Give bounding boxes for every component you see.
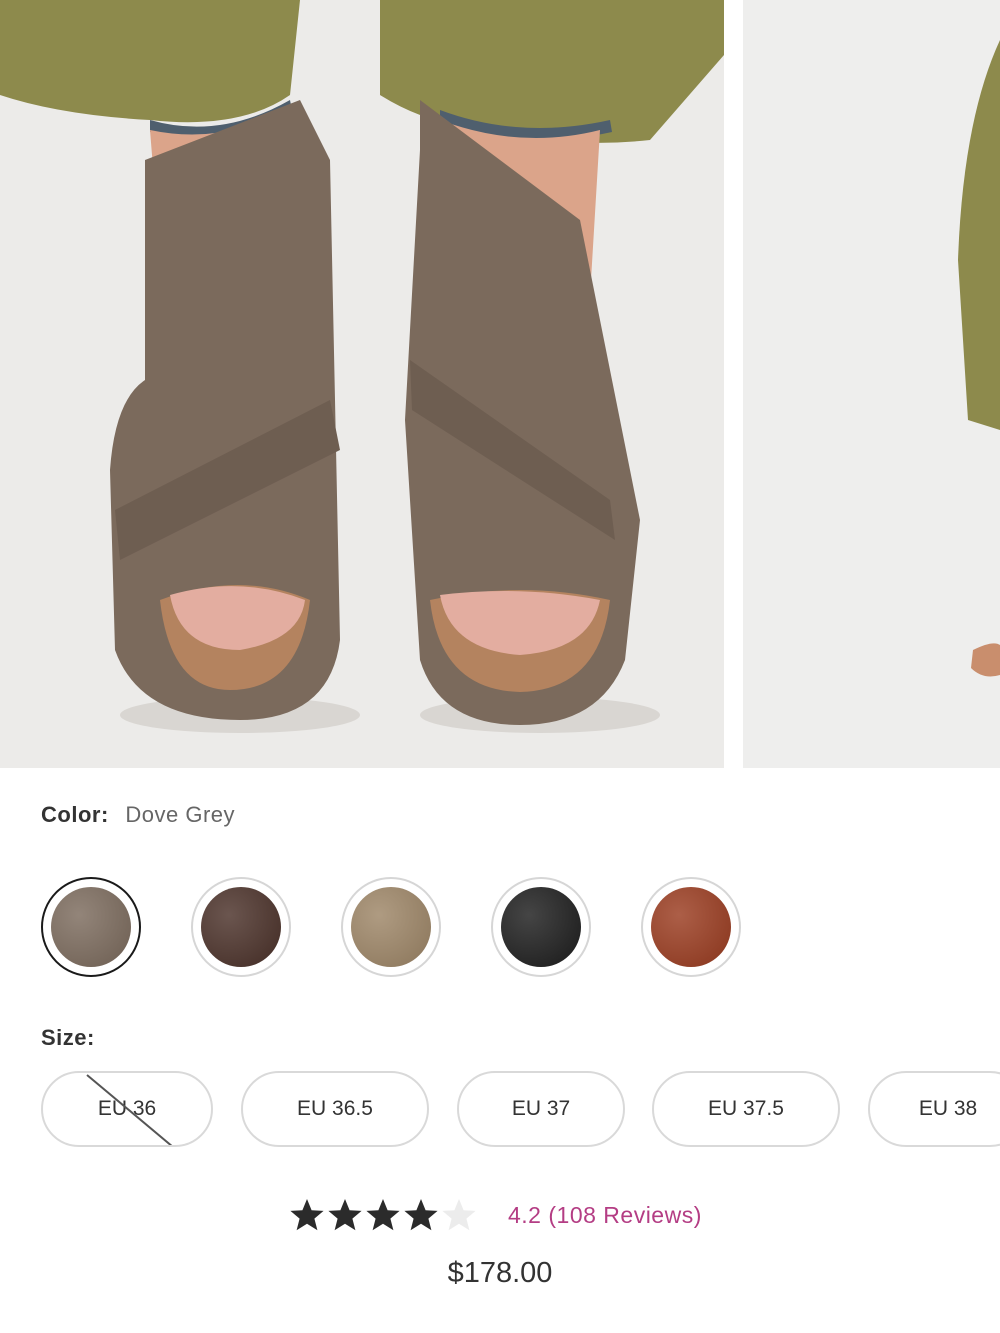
color-swatch-dark-brown[interactable] [191, 877, 291, 977]
product-rating[interactable]: 4.2 (108 Reviews) [288, 1195, 702, 1235]
color-swatch-taupe[interactable] [341, 877, 441, 977]
size-option-label: EU 36 [97, 1097, 157, 1120]
color-swatch-list [41, 877, 1000, 977]
product-photo-next[interactable] [743, 0, 1000, 768]
color-swatch-cognac[interactable] [641, 877, 741, 977]
swatch-color-fill [351, 887, 431, 967]
size-option-label: EU 37.5 [708, 1097, 784, 1120]
swatch-color-fill [50, 886, 131, 967]
color-label: Color: [41, 802, 109, 827]
size-option-label: EU 36.5 [297, 1097, 373, 1120]
rating-reviews-link[interactable]: 4.2 (108 Reviews) [508, 1202, 702, 1229]
swatch-color-fill [651, 887, 731, 967]
size-option-eu-37[interactable]: EU 37 [457, 1071, 625, 1147]
color-swatch-dove-grey[interactable] [41, 877, 141, 977]
star-empty-icon [442, 1199, 476, 1231]
size-option-label: EU 37 [511, 1097, 571, 1120]
color-swatch-black[interactable] [491, 877, 591, 977]
star-filled-icon [404, 1199, 438, 1231]
star-filled-icon [290, 1199, 324, 1231]
selected-color-value: Dove Grey [125, 802, 236, 827]
size-option-list: EU 36 EU 36.5 EU 37 EU 37.5 EU 38 [0, 1071, 1000, 1149]
size-option-eu-38[interactable]: EU 38 [868, 1071, 1000, 1147]
product-image-gallery[interactable] [0, 0, 1000, 768]
product-price: $178.00 [447, 1257, 553, 1289]
product-photo-main[interactable] [0, 0, 724, 768]
swatch-color-fill [501, 887, 581, 967]
size-label: Size: [41, 1025, 95, 1050]
star-filled-icon [328, 1199, 362, 1231]
swatch-color-fill [201, 887, 281, 967]
size-option-eu-37.5[interactable]: EU 37.5 [652, 1071, 840, 1147]
star-filled-icon [366, 1199, 400, 1231]
rating-stars [288, 1196, 478, 1234]
color-selection: Color: Dove Grey [41, 802, 235, 828]
size-option-eu-36[interactable]: EU 36 [41, 1071, 213, 1147]
size-option-label: EU 38 [918, 1097, 978, 1120]
size-option-eu-36.5[interactable]: EU 36.5 [241, 1071, 429, 1147]
